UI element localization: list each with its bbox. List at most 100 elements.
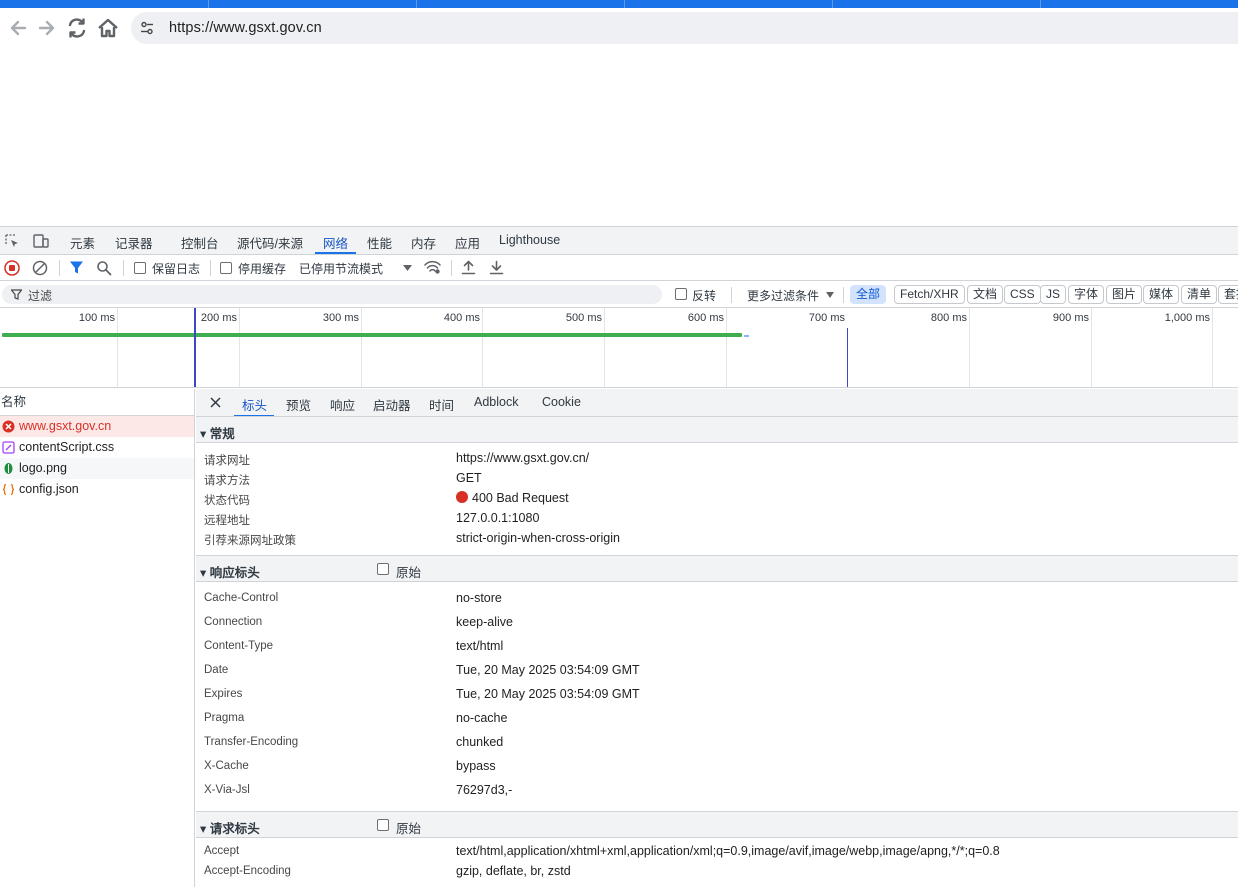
filter-type-js[interactable]: JS [1040, 285, 1067, 304]
home-button[interactable] [96, 16, 120, 40]
browser-toolbar: https://www.gsxt.gov.cn [0, 8, 1238, 48]
request-headers-title: ▾ 请求标头 [200, 822, 260, 836]
tab-console[interactable]: 控制台 [181, 233, 219, 252]
device-toolbar-icon[interactable] [33, 233, 49, 249]
preserve-log-checkbox[interactable] [134, 262, 146, 274]
network-overview[interactable]: 100 ms 200 ms 300 ms 400 ms 500 ms 600 m… [0, 308, 1238, 388]
general-section-header[interactable]: ▾ 常规 [196, 416, 1238, 443]
invert-checkbox[interactable] [675, 288, 687, 300]
tab-headers[interactable]: 标头 [242, 395, 267, 414]
header-value: https://www.gsxt.gov.cn/ [456, 451, 590, 465]
header-name: 远程地址 [204, 515, 250, 527]
filter-icon [11, 289, 22, 300]
error-status-icon [456, 491, 468, 503]
header-value: text/html [456, 639, 504, 653]
tab-memory[interactable]: 内存 [411, 233, 436, 252]
timeline-tick: 700 ms [808, 312, 845, 324]
filter-input[interactable]: 过滤 [2, 285, 662, 304]
chevron-down-icon[interactable] [826, 292, 834, 298]
tab-application[interactable]: 应用 [455, 233, 480, 252]
search-icon[interactable] [96, 260, 112, 276]
header-value: bypass [456, 759, 496, 773]
raw-label[interactable]: 原始 [396, 562, 421, 581]
header-name: Cache-Control [204, 592, 279, 604]
disable-cache-label[interactable]: 停用缓存 [238, 260, 286, 277]
clear-icon[interactable] [32, 260, 48, 276]
preserve-log-label[interactable]: 保留日志 [152, 260, 200, 277]
tab-preview[interactable]: 预览 [286, 395, 311, 414]
network-conditions-icon[interactable] [424, 260, 441, 275]
header-value: Tue, 20 May 2025 03:54:09 GMT [456, 687, 640, 701]
forward-button[interactable] [35, 16, 59, 40]
header-value: GET [456, 471, 482, 485]
raw-checkbox[interactable] [377, 819, 389, 831]
raw-label[interactable]: 原始 [396, 818, 421, 837]
filter-type-font[interactable]: 字体 [1068, 285, 1105, 304]
address-bar[interactable]: https://www.gsxt.gov.cn [131, 12, 1238, 44]
raw-checkbox[interactable] [377, 563, 389, 575]
filter-type-doc[interactable]: 文档 [967, 285, 1004, 304]
header-value: Tue, 20 May 2025 03:54:09 GMT [456, 663, 640, 677]
header-value: keep-alive [456, 615, 513, 629]
filter-type-fetch-xhr[interactable]: Fetch/XHR [894, 285, 965, 304]
tab-initiator[interactable]: 启动器 [373, 395, 411, 414]
request-row[interactable]: config.json [0, 479, 194, 500]
chevron-down-icon[interactable] [403, 265, 412, 271]
details-tab-bar: 标头 预览 响应 启动器 时间 Adblock Cookie [196, 389, 1238, 417]
request-name: logo.png [19, 461, 67, 475]
filter-type-socket[interactable]: 套接字 [1218, 285, 1238, 304]
close-icon[interactable] [210, 397, 221, 408]
site-settings-icon[interactable] [139, 20, 155, 36]
filter-type-css[interactable]: CSS [1004, 285, 1041, 304]
disable-cache-checkbox[interactable] [220, 262, 232, 274]
export-har-icon[interactable] [489, 260, 504, 275]
timeline-tick: 900 ms [1052, 312, 1089, 324]
name-column-header[interactable]: 名称 [0, 389, 194, 416]
request-row[interactable]: logo.png [0, 458, 194, 479]
tab-network[interactable]: 网络 [323, 233, 348, 252]
load-marker [847, 328, 848, 387]
back-button[interactable] [6, 16, 30, 40]
filter-type-manifest[interactable]: 清单 [1181, 285, 1218, 304]
tab-timing[interactable]: 时间 [429, 395, 454, 414]
tab-recorder[interactable]: 记录器 [115, 233, 153, 252]
tab-sources[interactable]: 源代码/来源 [237, 233, 303, 252]
reload-icon [68, 18, 86, 38]
response-headers-title: ▾ 响应标头 [200, 566, 260, 580]
import-har-icon[interactable] [461, 260, 476, 275]
response-headers-section-header[interactable]: ▾ 响应标头 原始 [196, 555, 1238, 582]
tab-performance[interactable]: 性能 [367, 233, 392, 252]
reload-button[interactable] [65, 16, 89, 40]
request-headers-section-header[interactable]: ▾ 请求标头 原始 [196, 811, 1238, 838]
timeline-tick: 500 ms [565, 312, 602, 324]
tab-response[interactable]: 响应 [330, 395, 355, 414]
tab-adblock[interactable]: Adblock [474, 395, 518, 409]
record-stop-icon[interactable] [4, 260, 20, 276]
tab-cookie[interactable]: Cookie [542, 395, 581, 409]
filter-icon[interactable] [69, 260, 84, 275]
filter-type-media[interactable]: 媒体 [1143, 285, 1180, 304]
timeline-tick: 100 ms [78, 312, 115, 324]
tab-elements[interactable]: 元素 [70, 233, 95, 252]
dom-content-loaded-marker [194, 308, 196, 387]
header-value: text/html,application/xhtml+xml,applicat… [456, 844, 1000, 858]
request-tail-bar [744, 335, 749, 337]
filter-placeholder: 过滤 [28, 289, 53, 303]
image-file-icon [4, 463, 13, 474]
filter-type-img[interactable]: 图片 [1106, 285, 1143, 304]
timeline-tick: 400 ms [443, 312, 480, 324]
timeline-tick: 800 ms [930, 312, 967, 324]
throttling-select[interactable]: 已停用节流模式 [299, 260, 383, 277]
tab-lighthouse[interactable]: Lighthouse [499, 233, 560, 247]
inspect-element-icon[interactable] [5, 234, 20, 249]
header-name: 请求网址 [204, 455, 250, 467]
header-name: 请求方法 [204, 475, 250, 487]
request-row[interactable]: www.gsxt.gov.cn [0, 416, 194, 437]
more-filters-dropdown[interactable]: 更多过滤条件 [747, 287, 819, 304]
request-row[interactable]: contentScript.css [0, 437, 194, 458]
filter-type-all[interactable]: 全部 [850, 285, 887, 304]
filter-bar: 过滤 反转 更多过滤条件 全部 Fetch/XHR 文档 CSS JS 字体 图… [0, 281, 1238, 308]
invert-label[interactable]: 反转 [692, 287, 716, 304]
url-text[interactable]: https://www.gsxt.gov.cn [169, 20, 322, 36]
header-name: Accept-Encoding [204, 865, 291, 877]
